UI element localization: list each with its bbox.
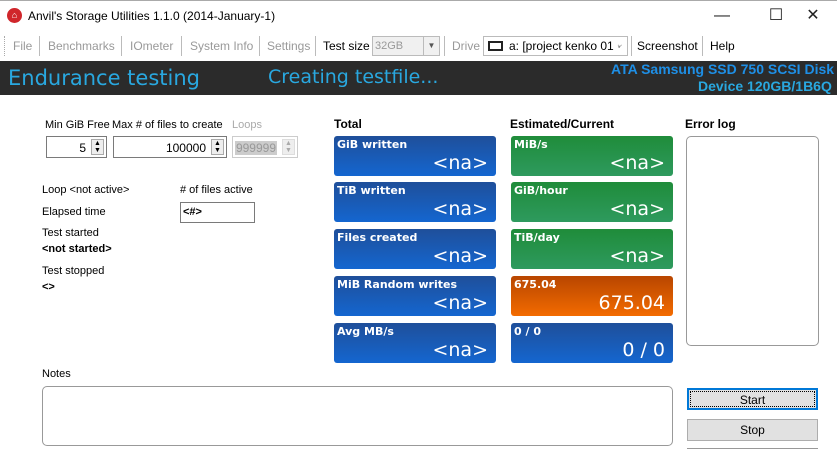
- drive-icon: [488, 41, 503, 51]
- menu-settings[interactable]: Settings: [267, 39, 310, 53]
- test-size-label: Test size: [323, 39, 370, 53]
- app-logo-icon: ⌂: [7, 8, 22, 23]
- test-size-value: 32GB: [375, 40, 404, 52]
- total-tile: GiB written <na>: [334, 136, 496, 176]
- title-bar: ⌂ Anvil's Storage Utilities 1.1.0 (2014-…: [0, 1, 837, 31]
- total-heading: Total: [334, 117, 362, 131]
- screenshot-button[interactable]: Screenshot: [637, 39, 698, 53]
- device-name-line2: Device 120GB/1B6Q: [698, 78, 832, 94]
- window-title: Anvil's Storage Utilities 1.1.0 (2014-Ja…: [28, 9, 276, 23]
- min-gib-label: Min GiB Free: [45, 119, 110, 131]
- spin-arrows-icon[interactable]: ▲ ▼: [211, 139, 224, 155]
- menu-benchmarks[interactable]: Benchmarks: [48, 39, 115, 53]
- divider: [259, 36, 260, 56]
- tile-value: <na>: [432, 292, 488, 314]
- drive-select[interactable]: a: [project kenko 01 · ⌄: [483, 36, 628, 56]
- chevron-down-icon: ▼: [423, 37, 439, 55]
- tile-value: <na>: [609, 245, 665, 267]
- tile-label: MiB Random writes: [337, 278, 458, 291]
- menu-iometer[interactable]: IOmeter: [130, 39, 173, 53]
- test-started-value: <not started>: [42, 243, 112, 255]
- test-started-label: Test started: [42, 227, 99, 239]
- tile-label: MiB/s: [514, 138, 548, 151]
- total-tile: TiB written <na>: [334, 182, 496, 222]
- chevron-down-icon: ⌄: [615, 39, 624, 50]
- drive-value: a: [project kenko 01 ·: [509, 39, 622, 53]
- tile-value: <na>: [609, 198, 665, 220]
- tile-label: 675.04: [514, 278, 557, 291]
- start-button[interactable]: Start: [687, 388, 818, 410]
- tile-label: GiB/hour: [514, 184, 568, 197]
- tile-value: <na>: [432, 245, 488, 267]
- close-button[interactable]: ✕: [790, 5, 836, 27]
- divider: [315, 36, 316, 56]
- min-gib-value: 5: [79, 141, 86, 155]
- toolbar-grip: [4, 36, 5, 56]
- divider: [702, 36, 703, 56]
- total-tile: Files created <na>: [334, 229, 496, 269]
- stop-button[interactable]: Stop: [687, 419, 818, 441]
- divider: [39, 36, 40, 56]
- divider: [121, 36, 122, 56]
- device-name-line1: ATA Samsung SSD 750 SCSI Disk: [611, 61, 835, 77]
- loop-status: Loop <not active>: [42, 184, 130, 196]
- current-tile: GiB/hour <na>: [511, 182, 673, 222]
- max-files-value: 100000: [165, 141, 206, 155]
- files-active-label: # of files active: [180, 184, 253, 196]
- spin-arrows-icon: ▲ ▼: [282, 139, 295, 155]
- tile-value: <na>: [432, 152, 488, 174]
- menu-file[interactable]: File: [13, 39, 32, 53]
- tile-value: <na>: [432, 339, 488, 361]
- tile-label: 0 / 0: [514, 325, 541, 338]
- toolbar: File Benchmarks IOmeter System Info Sett…: [0, 32, 837, 60]
- divider: [631, 36, 632, 56]
- min-gib-stepper[interactable]: 5 ▲ ▼: [46, 136, 107, 158]
- error-log-box[interactable]: [686, 136, 819, 346]
- menu-help[interactable]: Help: [710, 39, 735, 53]
- spin-arrows-icon[interactable]: ▲ ▼: [91, 139, 104, 155]
- test-stopped-value: <>: [42, 281, 55, 293]
- tile-value: 675.04: [598, 292, 665, 314]
- error-log-heading: Error log: [685, 117, 736, 131]
- elapsed-time-label: Elapsed time: [42, 206, 106, 218]
- tile-label: TiB/day: [514, 231, 560, 244]
- minimize-button[interactable]: —: [699, 5, 745, 27]
- tile-value: <na>: [609, 152, 665, 174]
- max-files-label: Max # of files to create: [112, 119, 223, 131]
- divider: [181, 36, 182, 56]
- current-tile: 675.04 675.04: [511, 276, 673, 316]
- menu-system-info[interactable]: System Info: [190, 39, 253, 53]
- current-heading: Estimated/Current: [510, 117, 615, 131]
- tile-label: TiB written: [337, 184, 406, 197]
- loops-value: 999999: [234, 141, 277, 155]
- status-text: Creating testfile...: [268, 66, 439, 88]
- current-tile: MiB/s <na>: [511, 136, 673, 176]
- total-tile: Avg MB/s <na>: [334, 323, 496, 363]
- status-banner: Endurance testing Creating testfile... A…: [0, 61, 837, 95]
- tile-value: 0 / 0: [622, 339, 665, 361]
- mode-title: Endurance testing: [8, 66, 200, 90]
- loops-label: Loops: [232, 119, 262, 131]
- loops-stepper: 999999 ▲ ▼: [232, 136, 298, 158]
- test-size-select[interactable]: 32GB ▼: [372, 36, 440, 56]
- divider: [444, 36, 445, 56]
- current-tile: TiB/day <na>: [511, 229, 673, 269]
- drive-label: Drive: [452, 39, 481, 53]
- notes-input[interactable]: [42, 386, 673, 446]
- files-active-field: <#>: [180, 202, 255, 223]
- tile-label: Avg MB/s: [337, 325, 394, 338]
- test-stopped-label: Test stopped: [42, 265, 105, 277]
- notes-label: Notes: [42, 368, 71, 380]
- tile-label: GiB written: [337, 138, 408, 151]
- total-tile: MiB Random writes <na>: [334, 276, 496, 316]
- tile-label: Files created: [337, 231, 418, 244]
- max-files-stepper[interactable]: 100000 ▲ ▼: [113, 136, 227, 158]
- tile-value: <na>: [432, 198, 488, 220]
- current-tile: 0 / 0 0 / 0: [511, 323, 673, 363]
